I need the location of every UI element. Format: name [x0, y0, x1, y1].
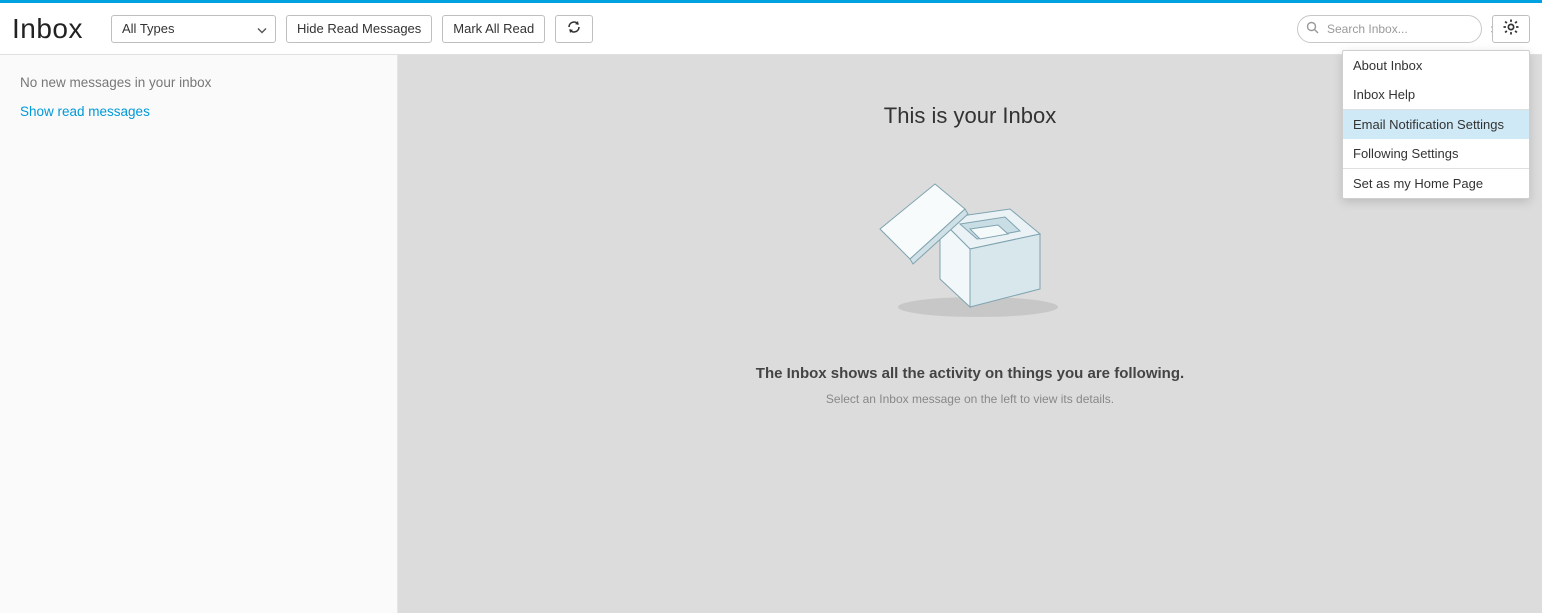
toolbar: Inbox All Types Hide Read Messages Mark …	[0, 3, 1542, 55]
inbox-headline: This is your Inbox	[884, 103, 1056, 129]
menu-item-set-home-page[interactable]: Set as my Home Page	[1343, 169, 1529, 198]
search-input[interactable]	[1325, 21, 1484, 37]
gear-icon	[1503, 19, 1519, 38]
type-filter-value: All Types	[122, 21, 175, 36]
hide-read-messages-button[interactable]: Hide Read Messages	[286, 15, 432, 43]
menu-item-inbox-help[interactable]: Inbox Help	[1343, 80, 1529, 109]
inbox-description: The Inbox shows all the activity on thin…	[756, 365, 1184, 382]
content-body: No new messages in your inbox Show read …	[0, 55, 1542, 613]
settings-button[interactable]	[1492, 15, 1530, 43]
message-list-sidebar: No new messages in your inbox Show read …	[0, 55, 398, 613]
search-input-container[interactable]: ×	[1297, 15, 1482, 43]
chevron-down-icon	[257, 21, 267, 36]
menu-item-email-notification-settings[interactable]: Email Notification Settings	[1343, 110, 1529, 139]
mark-all-read-button[interactable]: Mark All Read	[442, 15, 545, 43]
refresh-icon	[566, 20, 582, 37]
empty-inbox-message: No new messages in your inbox	[20, 75, 377, 90]
show-read-messages-link[interactable]: Show read messages	[20, 104, 377, 119]
type-filter-select[interactable]: All Types	[111, 15, 276, 43]
search-icon	[1306, 21, 1319, 37]
empty-box-illustration	[860, 159, 1080, 329]
menu-item-following-settings[interactable]: Following Settings	[1343, 139, 1529, 168]
settings-menu: About Inbox Inbox Help Email Notificatio…	[1342, 50, 1530, 199]
refresh-button[interactable]	[555, 15, 593, 43]
menu-item-about-inbox[interactable]: About Inbox	[1343, 51, 1529, 80]
page-title: Inbox	[12, 13, 83, 45]
inbox-hint: Select an Inbox message on the left to v…	[826, 392, 1114, 406]
